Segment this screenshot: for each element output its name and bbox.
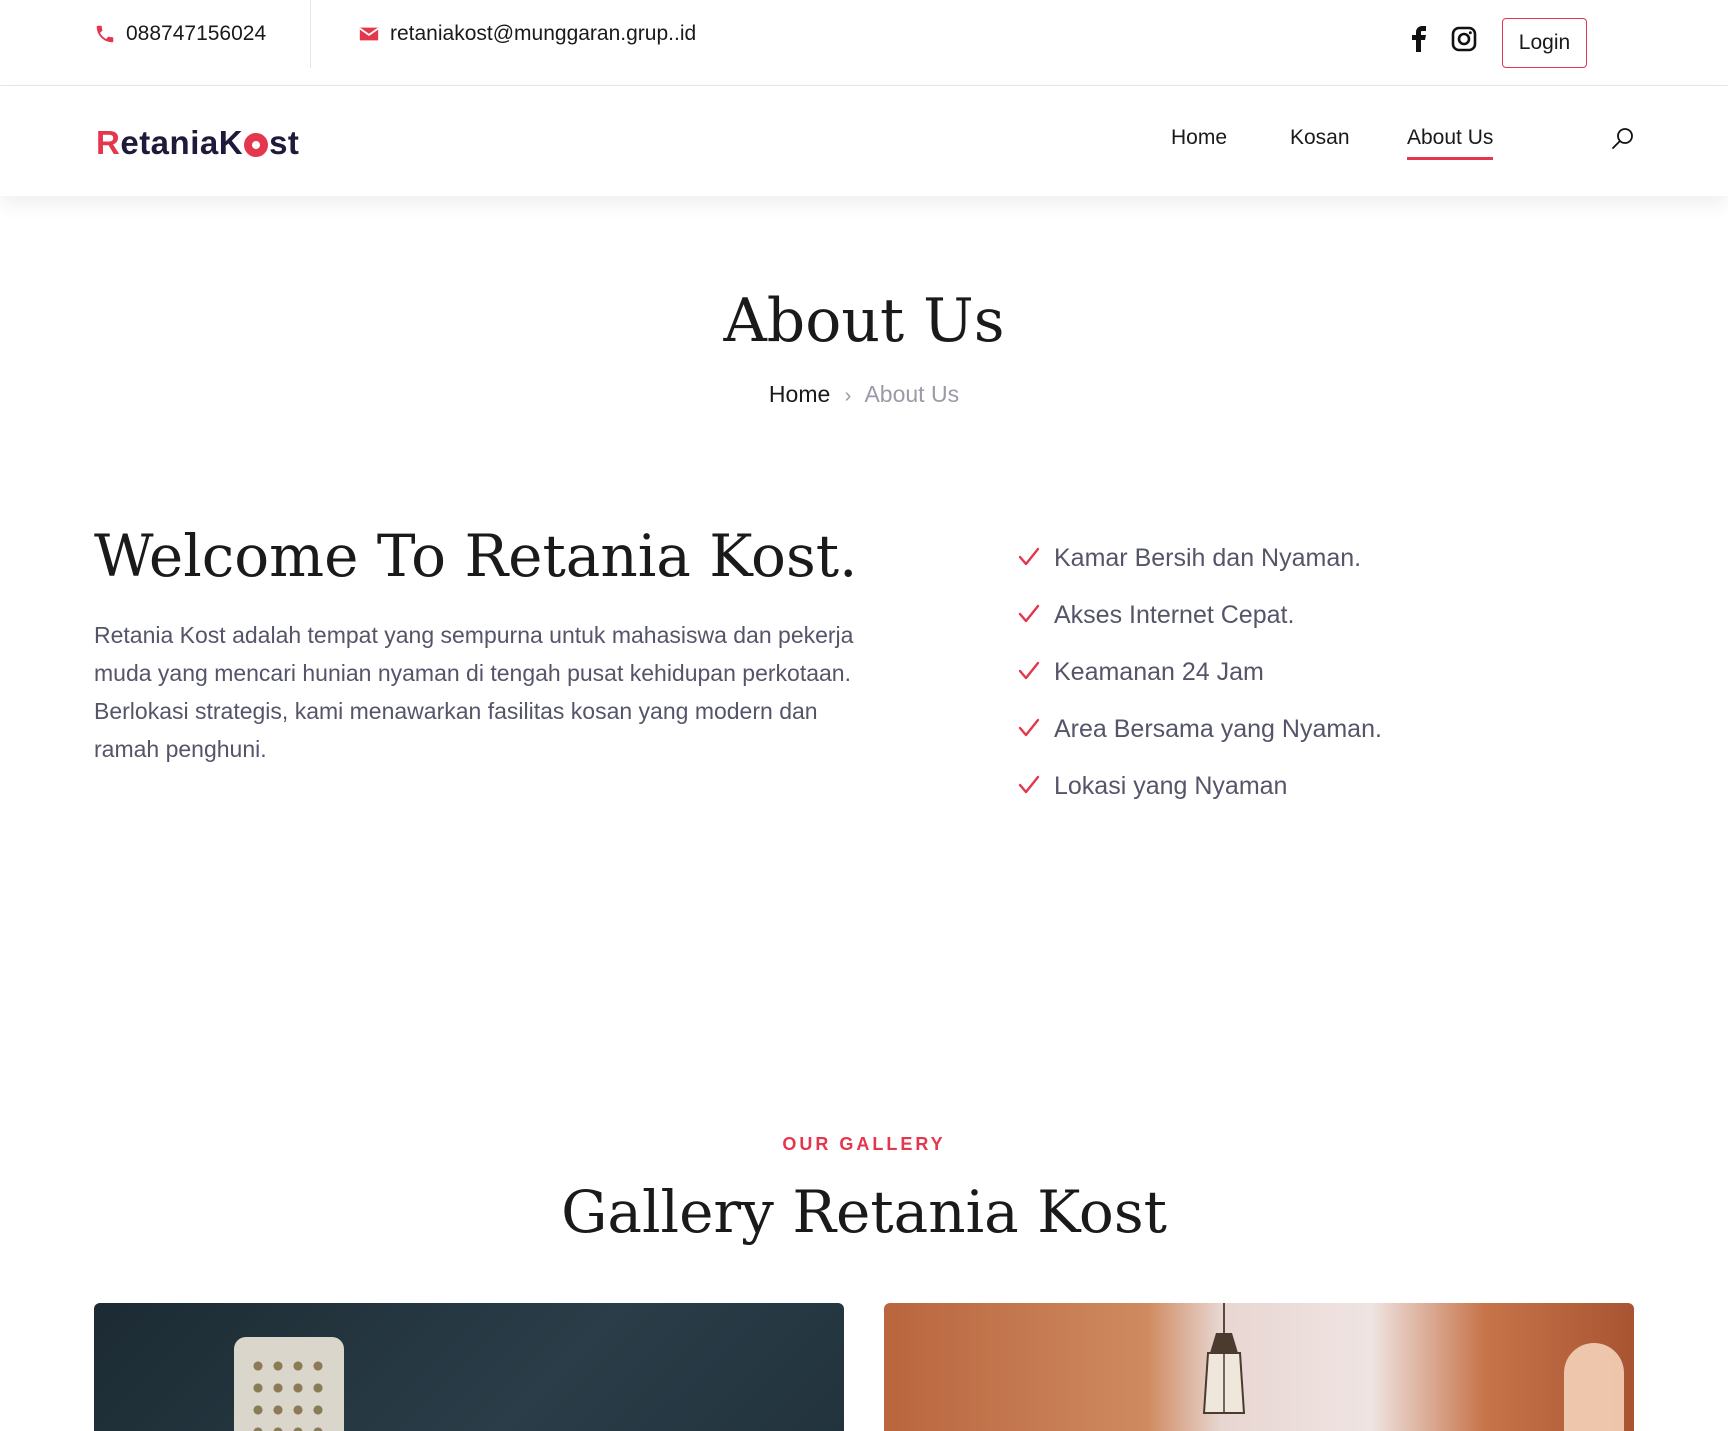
feature-item: Akses Internet Cepat.	[1018, 587, 1382, 644]
active-nav-underline	[1407, 157, 1494, 160]
feature-label: Akses Internet Cepat.	[1054, 601, 1295, 629]
check-icon	[1018, 775, 1040, 793]
logo-text-end: st	[269, 124, 300, 161]
check-icon	[1018, 547, 1040, 565]
feature-item: Keamanan 24 Jam	[1018, 644, 1382, 701]
feature-list: Kamar Bersih dan Nyaman. Akses Internet …	[1018, 530, 1382, 815]
logo-text-main: etaniaK	[120, 124, 244, 161]
gallery-eyebrow: OUR GALLERY	[782, 1134, 946, 1154]
login-button[interactable]: Login	[1502, 18, 1587, 68]
page-title: About Us	[723, 286, 1005, 356]
nav-about-us-label: About Us	[1407, 126, 1494, 149]
feature-label: Area Bersama yang Nyaman.	[1054, 715, 1382, 743]
phone-contact[interactable]: 088747156024	[94, 22, 266, 46]
phone-icon	[96, 25, 114, 43]
feature-item: Kamar Bersih dan Nyaman.	[1018, 530, 1382, 587]
chevron-right-icon: ›	[844, 385, 852, 407]
site-logo[interactable]: R etaniaK st	[96, 124, 299, 162]
gallery-heading: Gallery Retania Kost	[561, 1178, 1167, 1246]
feature-item: Area Bersama yang Nyaman.	[1018, 701, 1382, 758]
breadcrumb: Home › About Us	[0, 381, 1728, 408]
welcome-description: Retania Kost adalah tempat yang sempurna…	[94, 622, 854, 762]
feature-label: Keamanan 24 Jam	[1054, 658, 1264, 686]
breadcrumb-home-link[interactable]: Home	[769, 381, 830, 407]
nav-kosan[interactable]: Kosan	[1290, 126, 1350, 150]
email-address: retaniakost@munggaran.grup..id	[390, 22, 697, 45]
search-icon[interactable]	[1610, 126, 1636, 152]
logo-pin-icon	[244, 133, 269, 157]
check-icon	[1018, 718, 1040, 736]
phone-number: 088747156024	[126, 22, 267, 45]
feature-item: Lokasi yang Nyaman	[1018, 758, 1382, 815]
feature-label: Lokasi yang Nyaman	[1054, 772, 1288, 800]
feature-label: Kamar Bersih dan Nyaman.	[1054, 544, 1362, 572]
lamp-illustration	[234, 1337, 344, 1431]
topbar-divider	[310, 0, 311, 68]
arched-window-illustration	[1564, 1343, 1624, 1431]
welcome-heading: Welcome To Retania Kost.	[94, 522, 858, 590]
pendant-lamp-illustration	[1202, 1303, 1246, 1414]
email-contact[interactable]: retaniakost@munggaran.grup..id	[358, 22, 696, 46]
facebook-icon[interactable]	[1404, 24, 1434, 54]
instagram-icon[interactable]	[1449, 24, 1479, 54]
logo-initial: R	[96, 124, 121, 161]
nav-about-us[interactable]: About Us	[1407, 126, 1494, 160]
check-icon	[1018, 661, 1040, 679]
breadcrumb-current: About Us	[864, 381, 960, 407]
nav-home[interactable]: Home	[1171, 126, 1227, 150]
gallery-image-lamp[interactable]	[94, 1303, 844, 1431]
top-bar: 088747156024 retaniakost@munggaran.grup.…	[0, 0, 1728, 86]
envelope-icon	[359, 27, 379, 41]
gallery-image-room[interactable]	[884, 1303, 1634, 1431]
check-icon	[1018, 604, 1040, 622]
main-navbar: R etaniaK st Home Kosan About Us	[0, 86, 1728, 196]
